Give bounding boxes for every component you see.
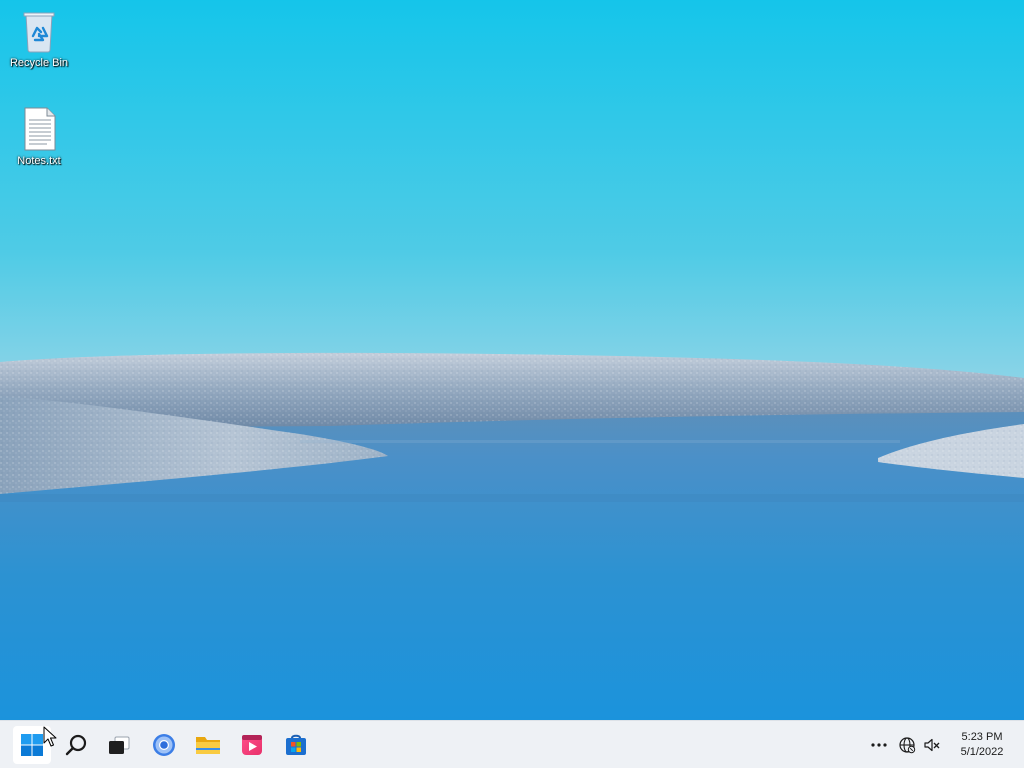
desktop-icon-recycle-bin[interactable]: Recycle Bin bbox=[1, 8, 77, 69]
tray-overflow-button[interactable] bbox=[867, 733, 891, 757]
text-file-icon bbox=[24, 107, 56, 151]
media-player-button[interactable] bbox=[233, 726, 271, 764]
mouse-cursor-icon bbox=[43, 726, 57, 747]
file-explorer-button[interactable] bbox=[189, 726, 227, 764]
ellipsis-icon bbox=[871, 743, 887, 747]
chrome-icon bbox=[153, 734, 175, 756]
desktop[interactable]: Recycle Bin Notes.txt bbox=[0, 0, 1024, 720]
search-icon bbox=[65, 734, 87, 756]
taskbar-clock[interactable]: 5:23 PM 5/1/2022 bbox=[948, 728, 1016, 762]
task-view-button[interactable] bbox=[100, 726, 138, 764]
folder-icon bbox=[196, 737, 220, 754]
clock-date: 5/1/2022 bbox=[960, 746, 1004, 758]
chrome-button[interactable] bbox=[145, 726, 183, 764]
taskbar: 5:23 PM 5/1/2022 bbox=[0, 720, 1024, 768]
store-icon bbox=[286, 734, 306, 755]
desktop-icon-label: Notes.txt bbox=[17, 155, 61, 167]
globe-network-icon bbox=[899, 737, 916, 754]
desktop-icon-label: Recycle Bin bbox=[9, 57, 69, 69]
search-button[interactable] bbox=[57, 726, 95, 764]
task-view-icon bbox=[109, 736, 130, 754]
microsoft-store-button[interactable] bbox=[277, 726, 315, 764]
network-status-button[interactable] bbox=[895, 733, 919, 757]
windows-logo-icon bbox=[21, 734, 43, 756]
volume-muted-icon bbox=[924, 738, 940, 752]
volume-button[interactable] bbox=[920, 733, 944, 757]
clock-time: 5:23 PM bbox=[961, 731, 1003, 743]
recycle-bin-icon bbox=[23, 12, 55, 53]
media-player-icon bbox=[242, 735, 262, 755]
desktop-icon-notes-txt[interactable]: Notes.txt bbox=[1, 106, 77, 167]
wallpaper bbox=[0, 0, 1024, 720]
